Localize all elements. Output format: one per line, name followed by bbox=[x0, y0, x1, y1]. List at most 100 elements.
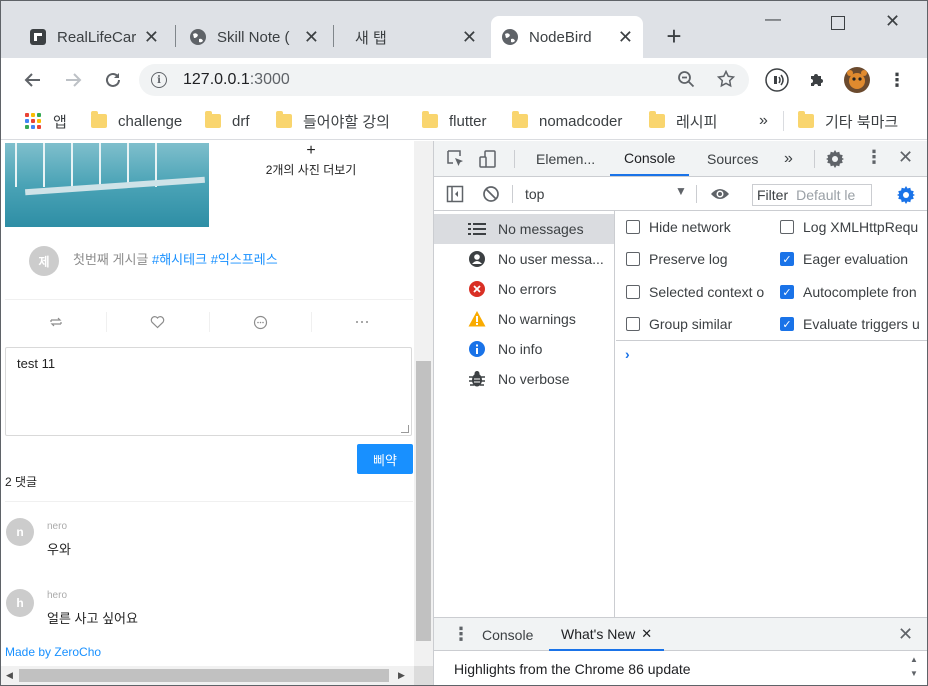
checkbox-unchecked-icon[interactable] bbox=[626, 220, 640, 234]
hide-network-checkbox[interactable]: Hide network bbox=[626, 219, 731, 235]
dropdown-arrow-icon[interactable]: ▼ bbox=[675, 184, 687, 198]
tab-elements[interactable]: Elemen... bbox=[536, 141, 595, 176]
avatar[interactable]: 제 bbox=[29, 246, 59, 276]
maximize-icon[interactable] bbox=[831, 16, 845, 30]
resize-handle-icon[interactable] bbox=[401, 425, 409, 433]
bookmarks-overflow-button[interactable]: » bbox=[759, 110, 768, 132]
group-similar-checkbox[interactable]: Group similar bbox=[626, 316, 732, 332]
zoom-icon[interactable] bbox=[677, 70, 695, 93]
scrollbar-thumb[interactable] bbox=[416, 361, 431, 641]
drawer-menu-icon[interactable]: ⋮ bbox=[452, 624, 470, 645]
sidebar-item-verbose[interactable]: No verbose bbox=[434, 364, 614, 394]
hashtag-link[interactable]: #익스프레스 bbox=[211, 252, 278, 267]
sidebar-item-errors[interactable]: No errors bbox=[434, 274, 614, 304]
drawer-tab-whats-new[interactable]: What's New ✕ bbox=[549, 618, 665, 651]
reload-icon[interactable] bbox=[99, 66, 127, 94]
evaluate-triggers-checkbox[interactable]: ✓ Evaluate triggers u bbox=[780, 316, 920, 332]
checkbox-checked-icon[interactable]: ✓ bbox=[780, 317, 794, 331]
back-icon[interactable] bbox=[19, 66, 47, 94]
tab-new-tab[interactable]: 새 탭 ✕ bbox=[337, 16, 487, 58]
tab-close-icon[interactable]: ✕ bbox=[618, 27, 633, 48]
inspect-element-icon[interactable] bbox=[446, 149, 466, 174]
more-vert-icon[interactable]: ⋮ bbox=[883, 66, 911, 94]
vertical-scrollbar[interactable] bbox=[414, 141, 433, 666]
checkbox-unchecked-icon[interactable] bbox=[780, 220, 794, 234]
bookmark-other[interactable]: 기타 북마크 bbox=[798, 110, 898, 132]
avatar[interactable]: n bbox=[6, 518, 34, 546]
scrollbar-thumb[interactable] bbox=[19, 669, 389, 682]
more-tabs-button[interactable]: » bbox=[784, 141, 793, 176]
tab-reallifecar[interactable]: RealLifeCar ✕ bbox=[19, 16, 169, 58]
checkbox-unchecked-icon[interactable] bbox=[626, 317, 640, 331]
tab-skill-note[interactable]: Skill Note ( ✕ bbox=[179, 16, 329, 58]
tab-close-icon[interactable]: ✕ bbox=[304, 27, 319, 48]
heart-icon[interactable] bbox=[107, 312, 210, 332]
tab-console[interactable]: Console bbox=[610, 141, 690, 176]
bookmark-apps[interactable]: 앱 bbox=[25, 110, 67, 132]
preserve-log-checkbox[interactable]: Preserve log bbox=[626, 251, 728, 267]
bookmark-lectures[interactable]: 들어야할 강의 bbox=[276, 110, 390, 132]
retweet-icon[interactable] bbox=[5, 312, 108, 332]
star-icon[interactable] bbox=[716, 69, 736, 93]
new-tab-button[interactable]: + bbox=[661, 21, 687, 52]
puzzle-icon[interactable] bbox=[803, 66, 831, 94]
close-drawer-icon[interactable]: ✕ bbox=[898, 624, 913, 645]
avatar[interactable]: h bbox=[6, 589, 34, 617]
context-selector[interactable]: top bbox=[525, 177, 544, 211]
console-settings-icon[interactable] bbox=[896, 185, 916, 210]
audio-extension-icon[interactable] bbox=[763, 66, 791, 94]
scroll-left-icon[interactable]: ◀ bbox=[6, 670, 13, 681]
console-prompt-icon[interactable]: › bbox=[625, 346, 630, 362]
address-bar[interactable]: i 127.0.0.1:3000 bbox=[139, 64, 749, 96]
close-window-icon[interactable]: ✕ bbox=[885, 11, 900, 32]
checkbox-checked-icon[interactable]: ✓ bbox=[780, 285, 794, 299]
bookmark-recipes[interactable]: 레시피 bbox=[649, 110, 717, 132]
bookmark-flutter[interactable]: flutter bbox=[422, 110, 487, 132]
tab-close-icon[interactable]: ✕ bbox=[462, 27, 477, 48]
horizontal-scrollbar[interactable]: ◀ ▶ bbox=[1, 666, 414, 685]
more-photos-button[interactable]: + 2개의 사진 더보기 bbox=[211, 143, 411, 178]
comment-icon[interactable] bbox=[210, 312, 312, 332]
bookmark-challenge[interactable]: challenge bbox=[91, 110, 182, 132]
comment-textarea[interactable]: test 11 bbox=[5, 347, 412, 436]
submit-comment-button[interactable]: 삐약 bbox=[357, 444, 413, 474]
scroll-right-icon[interactable]: ▶ bbox=[398, 670, 405, 681]
clear-console-icon[interactable] bbox=[482, 185, 500, 208]
tab-nodebird[interactable]: NodeBird ✕ bbox=[491, 16, 643, 58]
close-tab-icon[interactable]: ✕ bbox=[641, 626, 652, 642]
ellipsis-icon[interactable] bbox=[312, 312, 413, 332]
checkbox-checked-icon[interactable]: ✓ bbox=[780, 252, 794, 266]
forward-icon[interactable] bbox=[59, 66, 87, 94]
tab-close-icon[interactable]: ✕ bbox=[144, 27, 159, 48]
tab-sources[interactable]: Sources bbox=[707, 141, 758, 176]
log-xhr-checkbox[interactable]: Log XMLHttpRequ bbox=[780, 219, 918, 235]
checkbox-unchecked-icon[interactable] bbox=[626, 252, 640, 266]
post-image[interactable] bbox=[5, 143, 209, 227]
profile-avatar[interactable] bbox=[843, 66, 871, 94]
eye-icon[interactable] bbox=[710, 185, 730, 208]
eager-evaluation-checkbox[interactable]: ✓ Eager evaluation bbox=[780, 251, 908, 267]
sidebar-item-info[interactable]: No info bbox=[434, 334, 614, 364]
bookmark-drf[interactable]: drf bbox=[205, 110, 250, 132]
close-devtools-icon[interactable]: ✕ bbox=[898, 147, 913, 168]
footer-link[interactable]: Made by ZeroCho bbox=[5, 645, 101, 659]
post-text: 첫번째 게시글 bbox=[73, 252, 152, 267]
checkbox-unchecked-icon[interactable] bbox=[626, 285, 640, 299]
info-icon[interactable]: i bbox=[151, 72, 167, 88]
bookmark-nomadcoder[interactable]: nomadcoder bbox=[512, 110, 622, 132]
scroll-up-icon[interactable]: ▲ bbox=[910, 655, 918, 664]
scroll-down-icon[interactable]: ▼ bbox=[910, 669, 918, 678]
drawer-tab-console[interactable]: Console bbox=[482, 618, 533, 651]
minimize-icon[interactable]: — bbox=[765, 11, 781, 29]
sidebar-item-warnings[interactable]: No warnings bbox=[434, 304, 614, 334]
device-toolbar-icon[interactable] bbox=[478, 149, 498, 174]
sidebar-item-messages[interactable]: No messages bbox=[434, 214, 614, 244]
sidebar-item-user-messages[interactable]: No user messa... bbox=[434, 244, 614, 274]
autocomplete-checkbox[interactable]: ✓ Autocomplete fron bbox=[780, 284, 917, 300]
sidebar-toggle-icon[interactable] bbox=[446, 185, 464, 208]
selected-context-checkbox[interactable]: Selected context o bbox=[626, 284, 764, 300]
devtools-menu-icon[interactable]: ⋮ bbox=[865, 147, 883, 168]
hashtag-link[interactable]: #해시테크 bbox=[152, 252, 207, 267]
filter-input[interactable]: Filter Default le bbox=[752, 184, 872, 206]
gear-icon[interactable] bbox=[825, 149, 845, 174]
